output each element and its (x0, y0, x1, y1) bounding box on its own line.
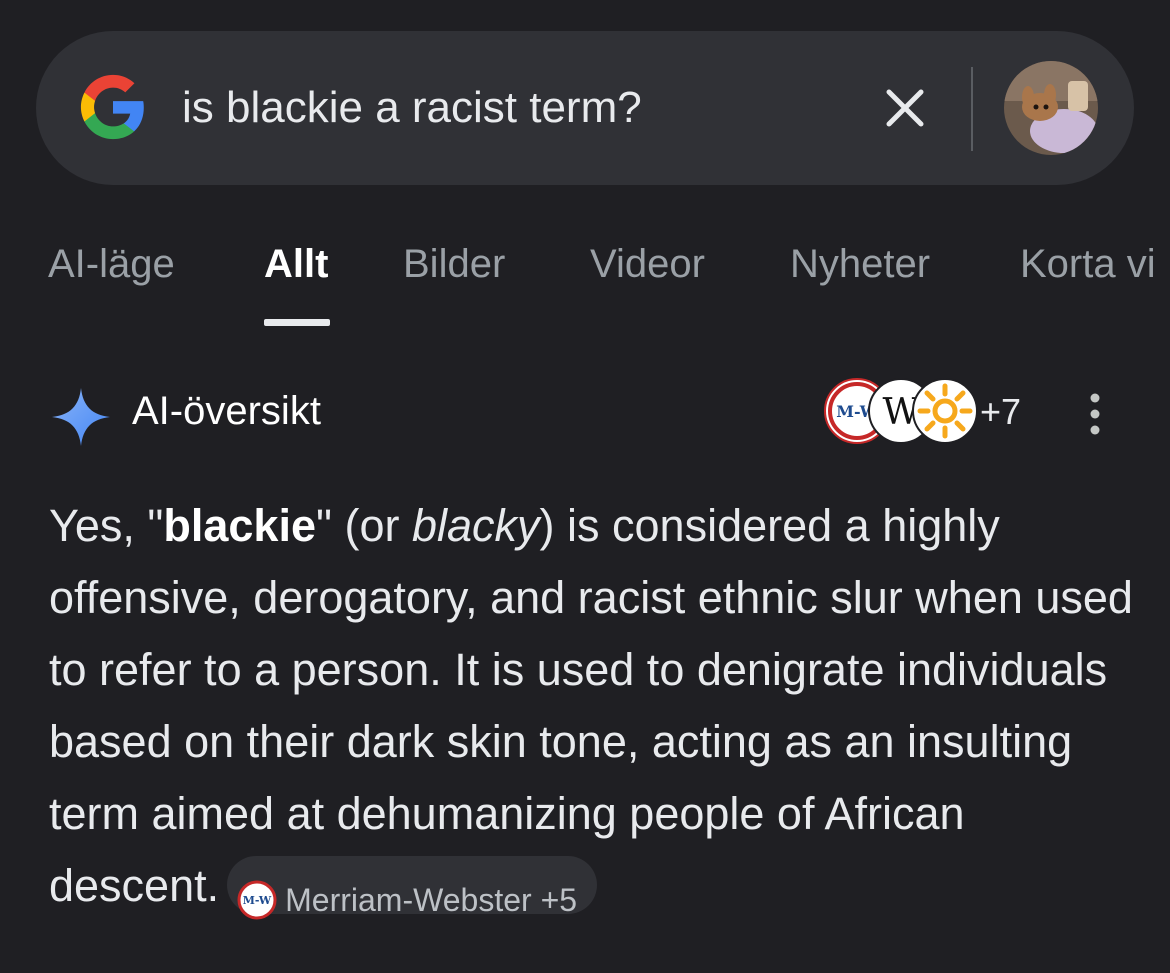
search-input[interactable]: is blackie a racist term? (182, 80, 642, 136)
citation-chip[interactable]: M-W Merriam-Webster +5 (227, 856, 598, 920)
tab-news[interactable]: Nyheter (790, 238, 930, 290)
tab-shorts[interactable]: Korta vi (1020, 238, 1156, 290)
close-icon[interactable] (878, 81, 932, 135)
more-sources-count[interactable]: +7 (980, 392, 1021, 432)
answer-italic-term: blacky (411, 500, 540, 551)
ai-overview-answer: Yes, "blackie" (or blacky) is considered… (49, 490, 1139, 922)
answer-text-part: " (or (316, 500, 412, 551)
source-icons[interactable]: M-W W (824, 378, 978, 444)
tab-images[interactable]: Bilder (403, 238, 505, 290)
answer-text-part: Yes, " (49, 500, 164, 551)
sparkle-icon (52, 388, 110, 446)
answer-bold-term: blackie (163, 500, 316, 551)
google-g-icon[interactable] (78, 72, 148, 142)
ai-overview-title: AI-översikt (132, 389, 321, 433)
merriam-webster-logo-icon: M-W (237, 880, 277, 920)
citation-icon-text: M-W (243, 894, 272, 907)
citation-label: Merriam-Webster +5 (285, 881, 578, 918)
active-tab-indicator (264, 319, 330, 326)
answer-text-part: ) is considered a highly offensive, dero… (49, 500, 1133, 911)
tab-all[interactable]: Allt (264, 238, 328, 290)
profile-avatar[interactable] (1004, 61, 1098, 155)
tab-videos[interactable]: Videor (590, 238, 705, 290)
search-results-page: is blackie a racist term? AI-läge Allt B… (0, 0, 1170, 973)
sun-logo-icon (912, 378, 978, 444)
tab-ai-mode[interactable]: AI-läge (48, 238, 175, 290)
search-bar-divider (971, 67, 973, 151)
search-tabs: AI-läge Allt Bilder Videor Nyheter Korta… (0, 238, 1170, 338)
more-vert-icon[interactable] (1080, 388, 1110, 440)
